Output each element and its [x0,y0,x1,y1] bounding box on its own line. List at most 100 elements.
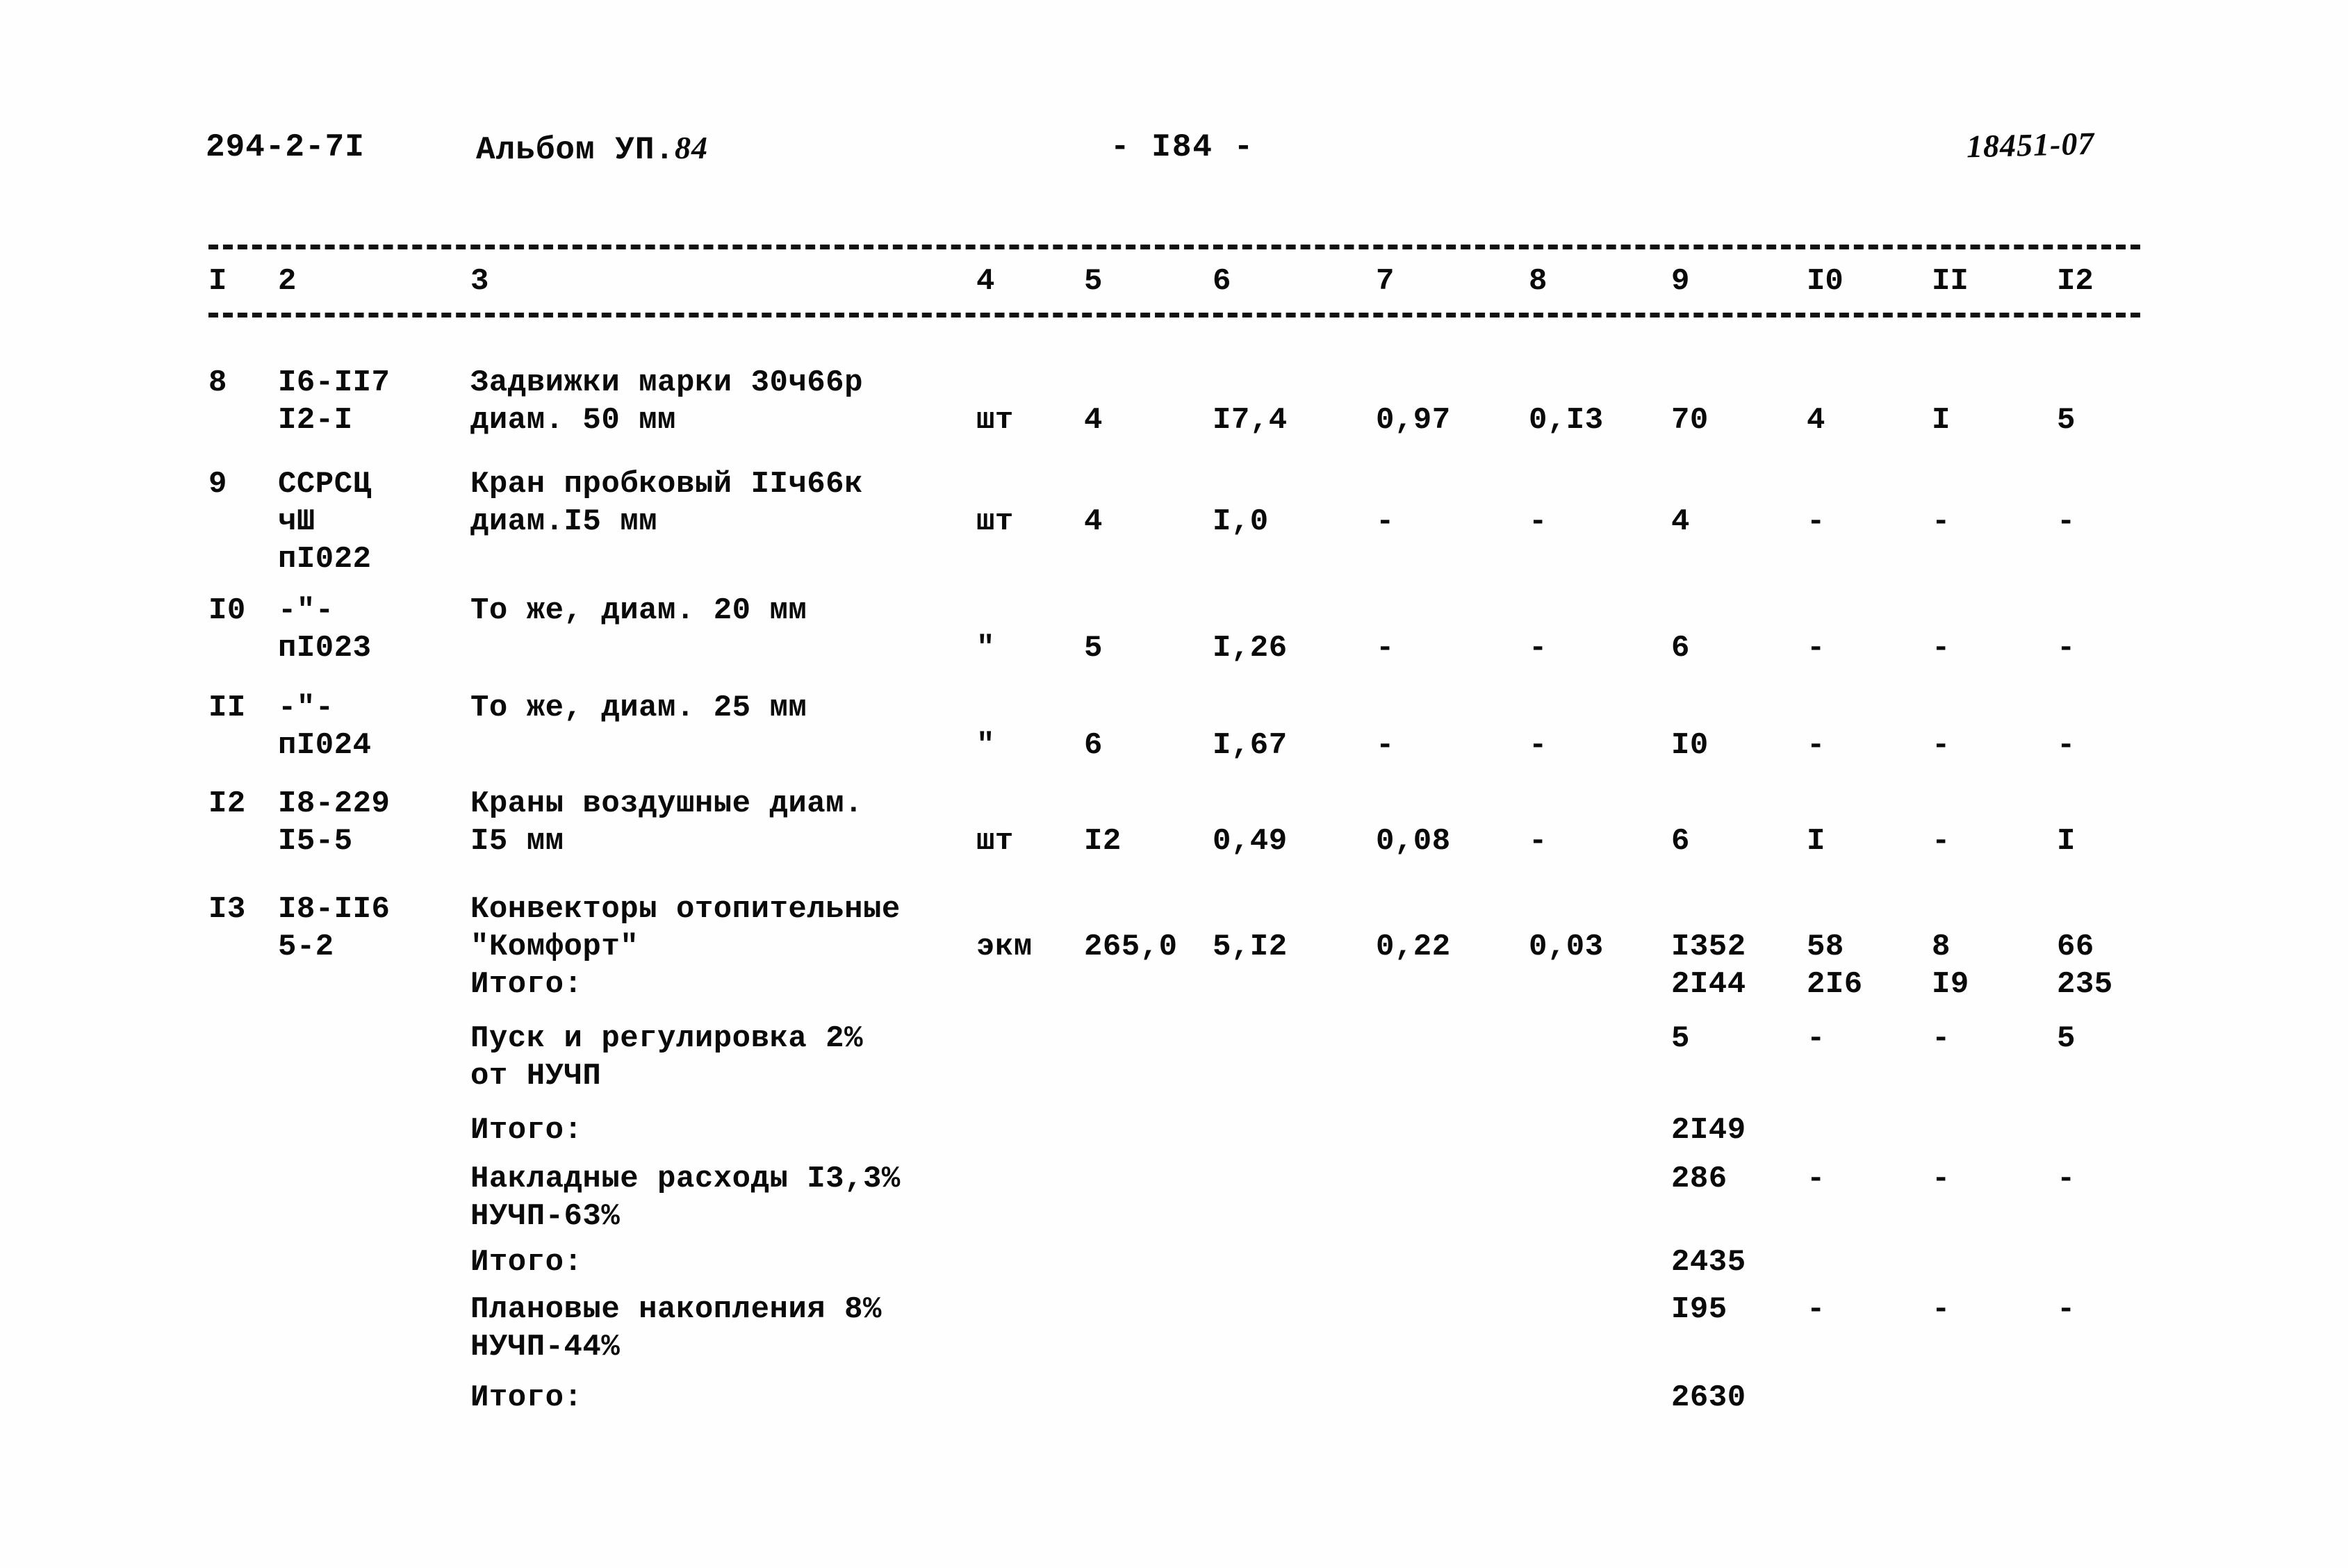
summary-3-label: Накладные расходы I3,3% НУЧП-63% [470,1162,901,1234]
row-4-col7: 0,08 [1376,824,1451,859]
row-1-col8: - [1529,504,1547,539]
summary-1-col9: 5 [1671,1021,1690,1056]
row-5-code: I8-II6 5-2 [278,892,391,964]
summary-3-col11: - [1932,1162,1951,1196]
summary-3-col12: - [2057,1162,2076,1196]
row-3-code: -"- пI024 [278,691,372,763]
summary-2-col9: 2I49 [1671,1113,1746,1148]
row-3-description: То же, диам. 25 мм [470,691,807,725]
row-0-item-number: 8 [208,365,227,400]
summary-6-col9: 2630 [1671,1380,1746,1415]
row-5-col11: 8 [1932,930,1951,964]
row-0-col7: 0,97 [1376,403,1451,438]
summary-0-col9: 2I44 [1671,967,1746,1002]
summary-1-label: Пуск и регулировка 2% от НУЧП [470,1021,863,1094]
summary-5-col10: - [1807,1292,1825,1327]
row-2-code: -"- пI023 [278,593,372,666]
row-2-unit: " [976,631,995,666]
row-5-col6: 5,I2 [1213,930,1288,964]
row-3-col7: - [1376,728,1395,763]
summary-1-col10: - [1807,1021,1825,1056]
row-4-col11: - [1932,824,1951,859]
row-5-col8: 0,03 [1529,930,1604,964]
row-5-col10: 58 [1807,930,1844,964]
row-0-col10: 4 [1807,403,1825,438]
table-body: 8 I6-II7 I2-I Задвижки марки 30ч66р диам. … [0,0,2348,1568]
row-0-col6: I7,4 [1213,403,1288,438]
row-1-col12: - [2057,504,2076,539]
row-4-col6: 0,49 [1213,824,1288,859]
row-5-qty: 265,0 [1084,930,1178,964]
row-0-col12: 5 [2057,403,2076,438]
row-1-code: ССРСЦ чШ пI022 [278,467,372,577]
row-5-col7: 0,22 [1376,930,1451,964]
row-0-qty: 4 [1084,403,1103,438]
row-4-item-number: I2 [208,786,246,821]
row-0-description: Задвижки марки 30ч66р диам. 50 мм [470,365,863,438]
row-2-qty: 5 [1084,631,1103,666]
row-2-item-number: I0 [208,593,246,628]
summary-4-label: Итого: [470,1245,583,1280]
row-3-qty: 6 [1084,728,1103,763]
summary-0-col10: 2I6 [1807,967,1863,1002]
row-0-code: I6-II7 I2-I [278,365,391,438]
summary-0-col12: 235 [2057,967,2113,1002]
row-1-col6: I,0 [1213,504,1269,539]
summary-0-label: Итого: [470,967,583,1002]
row-4-qty: I2 [1084,824,1122,859]
row-0-unit: шт [976,403,1014,438]
row-1-unit: шт [976,504,1014,539]
row-4-col10: I [1807,824,1825,859]
row-2-col10: - [1807,631,1825,666]
row-3-col9: I0 [1671,728,1709,763]
summary-1-col11: - [1932,1021,1951,1056]
row-2-col7: - [1376,631,1395,666]
row-4-col12: I [2057,824,2076,859]
row-5-unit: экм [976,930,1033,964]
row-3-col10: - [1807,728,1825,763]
row-1-col11: - [1932,504,1951,539]
row-5-col12: 66 [2057,930,2094,964]
row-1-col9: 4 [1671,504,1690,539]
row-3-col6: I,67 [1213,728,1288,763]
row-5-item-number: I3 [208,892,246,927]
row-2-col12: - [2057,631,2076,666]
row-2-description: То же, диам. 20 мм [470,593,807,628]
summary-0-col11: I9 [1932,967,1969,1002]
row-1-col7: - [1376,504,1395,539]
row-2-col11: - [1932,631,1951,666]
row-3-col12: - [2057,728,2076,763]
summary-5-label: Плановые накопления 8% НУЧП-44% [470,1292,882,1364]
document-page: 294-2-7I Альбом УП.84 - I84 - 18451-07 I… [0,0,2348,1568]
summary-3-col10: - [1807,1162,1825,1196]
row-3-col11: - [1932,728,1951,763]
summary-2-label: Итого: [470,1113,583,1148]
row-3-col8: - [1529,728,1547,763]
row-4-col8: - [1529,824,1547,859]
summary-5-col12: - [2057,1292,2076,1327]
row-4-unit: шт [976,824,1014,859]
row-3-unit: " [976,728,995,763]
row-2-col9: 6 [1671,631,1690,666]
row-1-item-number: 9 [208,467,227,502]
row-4-description: Краны воздушные диам. I5 мм [470,786,863,859]
row-4-col9: 6 [1671,824,1690,859]
summary-5-col9: I95 [1671,1292,1727,1327]
row-5-col9: I352 [1671,930,1746,964]
summary-5-col11: - [1932,1292,1951,1327]
row-1-qty: 4 [1084,504,1103,539]
row-4-code: I8-229 I5-5 [278,786,391,859]
row-0-col11: I [1932,403,1951,438]
row-0-col9: 70 [1671,403,1709,438]
row-1-description: Кран пробковый IIч66к диам.I5 мм [470,467,863,539]
summary-1-col12: 5 [2057,1021,2076,1056]
row-2-col6: I,26 [1213,631,1288,666]
summary-6-label: Итого: [470,1380,583,1415]
summary-3-col9: 286 [1671,1162,1727,1196]
summary-4-col9: 2435 [1671,1245,1746,1280]
row-3-item-number: II [208,691,246,725]
row-2-col8: - [1529,631,1547,666]
row-5-description: Конвекторы отопительные "Комфорт" [470,892,901,964]
row-0-col8: 0,I3 [1529,403,1604,438]
row-1-col10: - [1807,504,1825,539]
